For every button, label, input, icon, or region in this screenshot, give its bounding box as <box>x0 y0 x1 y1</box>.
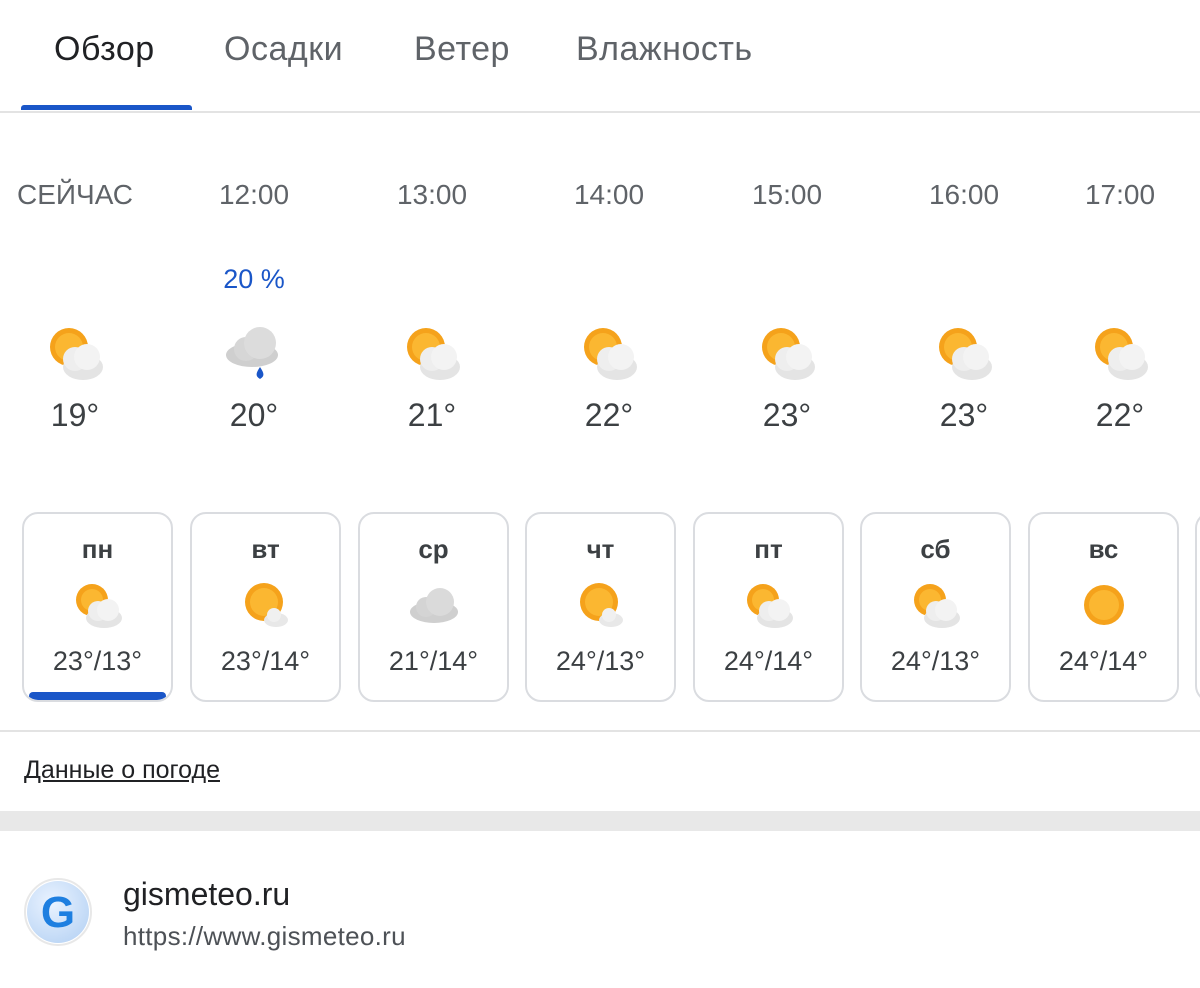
day-card-fri[interactable]: пт 24°/14° <box>693 512 844 702</box>
sun-small-cloud-icon <box>238 580 294 630</box>
weather-data-link[interactable]: Данные о погоде <box>24 756 220 785</box>
hour-column: 14:00 22° <box>529 175 689 434</box>
sun-behind-cloud-icon <box>741 580 797 630</box>
sun-behind-cloud-icon <box>43 321 107 385</box>
svg-text:G: G <box>41 888 75 937</box>
precip-chance <box>884 259 1044 299</box>
hour-label: 15:00 <box>751 179 823 210</box>
hour-label: 16:00 <box>928 179 1000 210</box>
day-name: вс <box>1088 534 1119 564</box>
tab-humidity[interactable]: Влажность <box>576 30 753 69</box>
precip-chance: 20 % <box>223 264 285 294</box>
hour-temperature: 22° <box>584 397 634 433</box>
hour-column: 17:00 22° <box>1040 175 1200 434</box>
day-card-mon[interactable]: пн 23°/13° <box>22 512 173 702</box>
precip-chance <box>352 259 512 299</box>
hour-temperature: 22° <box>1095 397 1145 433</box>
tab-precipitation[interactable]: Осадки <box>224 30 343 69</box>
precip-chance <box>529 259 689 299</box>
hour-temperature: 23° <box>939 397 989 433</box>
sun-behind-cloud-icon <box>755 321 819 385</box>
hour-temperature: 21° <box>407 397 457 433</box>
day-temp-range: 24°/14° <box>1058 646 1149 676</box>
hour-column: 15:00 23° <box>707 175 867 434</box>
day-name: вт <box>251 534 280 564</box>
gismeteo-logo-icon[interactable]: G <box>24 878 92 946</box>
hour-column: 12:00 20 % 20° <box>174 175 334 434</box>
day-name: пн <box>81 534 114 564</box>
day-temp-range: 24°/13° <box>890 646 981 676</box>
day-card-thu[interactable]: чт 24°/13° <box>525 512 676 702</box>
day-name: чт <box>586 534 615 564</box>
day-temp-range: 24°/13° <box>555 646 646 676</box>
day-card-sun[interactable]: вс 24°/14° <box>1028 512 1179 702</box>
day-temp-range: 23°/13° <box>52 646 143 676</box>
hour-temperature: 20° <box>229 397 279 433</box>
precip-chance <box>0 259 150 299</box>
sun-behind-cloud-icon <box>577 321 641 385</box>
day-card-sat[interactable]: сб 24°/13° <box>860 512 1011 702</box>
day-card-wed[interactable]: ср 21°/14° <box>358 512 509 702</box>
day-card-tue[interactable]: вт 23°/14° <box>190 512 341 702</box>
hour-label: 12:00 <box>218 179 290 210</box>
precip-chance <box>707 259 867 299</box>
tab-wind[interactable]: Ветер <box>414 30 510 69</box>
tab-bar: Обзор Осадки Ветер Влажность <box>0 0 1200 113</box>
source-site-name[interactable]: gismeteo.ru <box>123 876 290 913</box>
source-site-url[interactable]: https://www.gismeteo.ru <box>123 921 406 952</box>
hour-temperature: 23° <box>762 397 812 433</box>
hour-label: 13:00 <box>396 179 468 210</box>
sun-behind-cloud-icon <box>932 321 996 385</box>
day-name: сб <box>920 534 951 564</box>
day-temp-range: 24°/14° <box>723 646 814 676</box>
precip-chance <box>1040 259 1200 299</box>
sun-behind-cloud-icon <box>908 580 964 630</box>
day-card-next[interactable] <box>1195 512 1200 702</box>
day-name: ср <box>418 534 449 564</box>
hour-column: 16:00 23° <box>884 175 1044 434</box>
hour-column: СЕЙЧАС 19° <box>0 175 150 434</box>
hour-label: СЕЙЧАС <box>17 179 133 210</box>
hour-temperature: 19° <box>50 397 100 433</box>
hour-column: 13:00 21° <box>352 175 512 434</box>
hour-label: 14:00 <box>573 179 645 210</box>
day-name: пт <box>754 534 783 564</box>
selected-day-indicator <box>29 692 166 700</box>
sun-small-cloud-icon <box>573 580 629 630</box>
hour-label: 17:00 <box>1084 179 1156 210</box>
cloud-icon <box>406 580 462 630</box>
day-temp-range: 23°/14° <box>220 646 311 676</box>
divider <box>0 730 1200 732</box>
sun-icon <box>1076 580 1132 630</box>
sun-behind-cloud-icon <box>1088 321 1152 385</box>
sun-behind-cloud-icon <box>400 321 464 385</box>
active-tab-indicator <box>21 105 192 110</box>
section-separator <box>0 811 1200 831</box>
sun-behind-cloud-icon <box>70 580 126 630</box>
tab-overview[interactable]: Обзор <box>54 30 155 69</box>
rain-cloud-icon <box>222 321 286 385</box>
day-temp-range: 21°/14° <box>388 646 479 676</box>
